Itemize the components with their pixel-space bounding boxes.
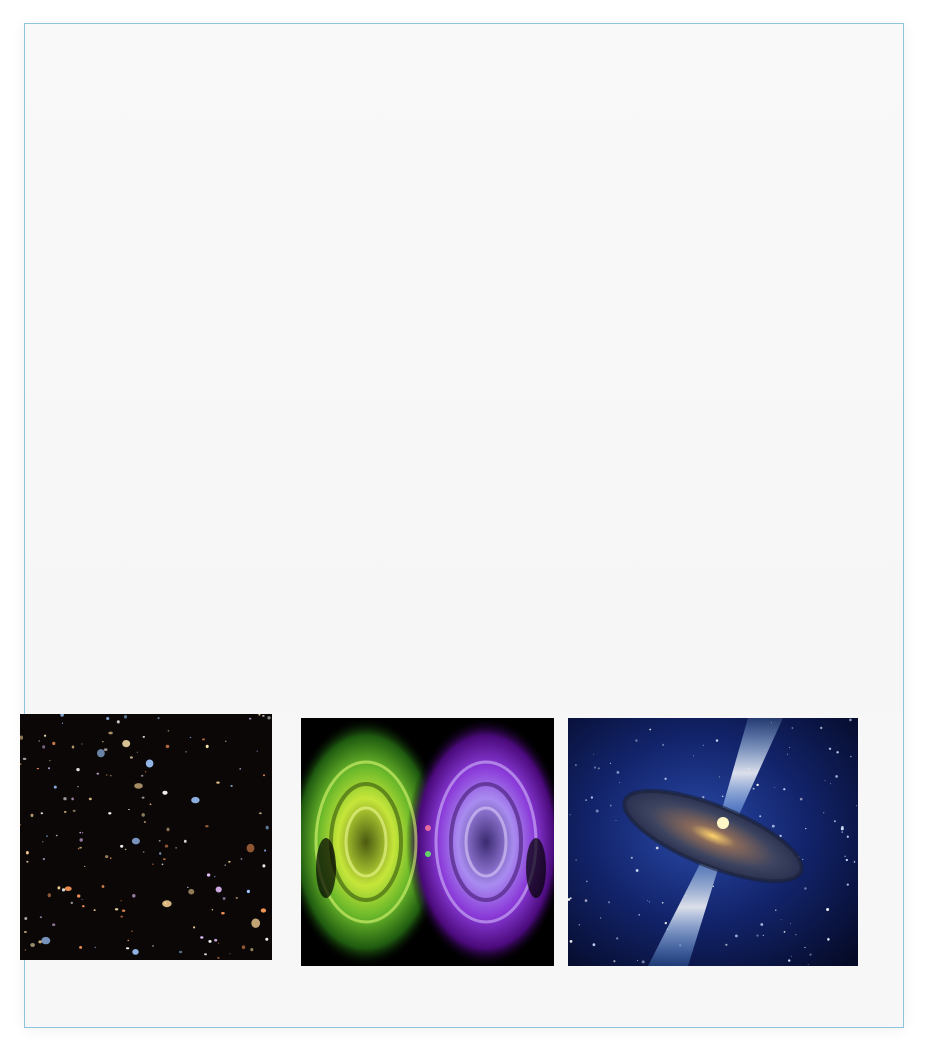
hubble-deep-field-image[interactable]: [20, 714, 272, 960]
quasar-jet-image[interactable]: [568, 718, 858, 966]
empty-content-area: [25, 24, 903, 714]
colorful-wormhole-image[interactable]: [301, 718, 554, 966]
